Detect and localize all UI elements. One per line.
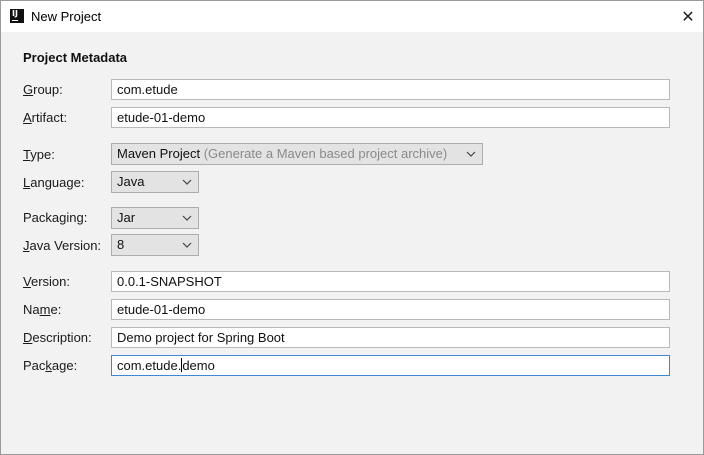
type-select-value: Maven Project: [117, 146, 201, 161]
chevron-down-icon: [182, 179, 192, 185]
group-input[interactable]: com.etude: [111, 79, 670, 100]
type-select[interactable]: Maven Project (Generate a Maven based pr…: [111, 143, 483, 165]
package-value-after-caret: demo: [182, 358, 215, 373]
version-input[interactable]: 0.0.1-SNAPSHOT: [111, 271, 670, 292]
packaging-select-value: Jar: [117, 210, 136, 225]
package-value-before-caret: com.etude.: [117, 358, 182, 373]
description-label: Description:: [23, 330, 92, 345]
close-button[interactable]: ✕: [673, 1, 703, 32]
chevron-down-icon: [466, 151, 476, 157]
chevron-down-icon: [182, 215, 192, 221]
package-label: Package:: [23, 358, 78, 373]
artifact-input[interactable]: etude-01-demo: [111, 107, 670, 128]
close-icon: ✕: [681, 7, 695, 26]
artifact-label: Artifact:: [23, 110, 68, 125]
chevron-down-icon: [182, 242, 192, 248]
intellij-icon: IJ: [10, 9, 24, 23]
section-title: Project Metadata: [23, 50, 128, 65]
title-bar: IJ New Project ✕: [1, 1, 703, 32]
name-label: Name:: [23, 302, 62, 317]
description-input[interactable]: Demo project for Spring Boot: [111, 327, 670, 348]
packaging-select[interactable]: Jar: [111, 207, 199, 229]
package-input[interactable]: com.etude.demo: [111, 355, 670, 376]
packaging-label: Packaging:: [23, 210, 88, 225]
type-label: Type:: [23, 147, 55, 162]
language-select[interactable]: Java: [111, 171, 199, 193]
java-version-label: Java Version:: [23, 238, 102, 253]
language-select-value: Java: [117, 174, 145, 189]
language-label: Language:: [23, 175, 85, 190]
new-project-dialog: IJ New Project ✕ Project Metadata Group:…: [0, 0, 704, 455]
type-select-hint: (Generate a Maven based project archive): [203, 146, 448, 161]
window-title: New Project: [31, 9, 102, 24]
version-label: Version:: [23, 274, 70, 289]
name-input[interactable]: etude-01-demo: [111, 299, 670, 320]
java-version-select[interactable]: 8: [111, 234, 199, 256]
group-label: Group:: [23, 82, 63, 97]
java-version-select-value: 8: [117, 237, 125, 252]
